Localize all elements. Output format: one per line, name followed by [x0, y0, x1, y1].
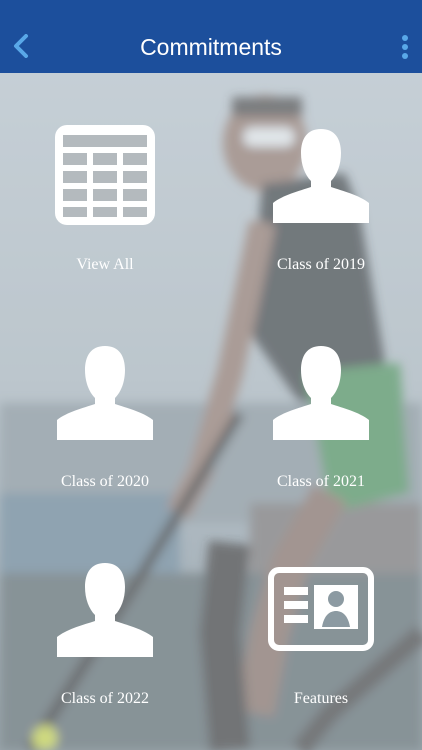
more-dot	[402, 53, 408, 59]
tile-label: Features	[293, 690, 349, 707]
page-title: Commitments	[140, 34, 282, 60]
tile-view-all[interactable]: View All	[10, 120, 200, 290]
person-icon	[273, 129, 369, 223]
tile-label: Class of 2019	[277, 256, 365, 273]
more-dot	[402, 44, 408, 50]
id-card-icon	[268, 567, 374, 651]
tile-class-of-2019[interactable]: Class of 2019	[226, 120, 416, 290]
tile-label: Class of 2022	[61, 690, 149, 707]
tile-icon-wrap	[226, 120, 416, 230]
nav-header: Commitments	[0, 0, 422, 73]
table-grid-icon	[55, 125, 155, 225]
tile-class-of-2021[interactable]: Class of 2021	[226, 337, 416, 507]
tile-features[interactable]: Features	[226, 554, 416, 724]
more-vertical-icon	[402, 35, 408, 41]
tile-class-of-2020[interactable]: Class of 2020	[10, 337, 200, 507]
tile-label: Class of 2020	[61, 473, 149, 490]
tile-icon-wrap	[226, 337, 416, 447]
tile-icon-wrap	[226, 554, 416, 664]
tile-icon-wrap	[10, 554, 200, 664]
tile-label: Class of 2021	[277, 473, 365, 490]
tile-icon-wrap	[10, 337, 200, 447]
tile-class-of-2022[interactable]: Class of 2022	[10, 554, 200, 724]
person-icon	[57, 563, 153, 657]
more-menu-button[interactable]	[394, 30, 416, 64]
person-icon	[273, 346, 369, 440]
person-icon	[57, 346, 153, 440]
tile-icon-wrap	[10, 120, 200, 230]
tile-label: View All	[76, 256, 134, 273]
